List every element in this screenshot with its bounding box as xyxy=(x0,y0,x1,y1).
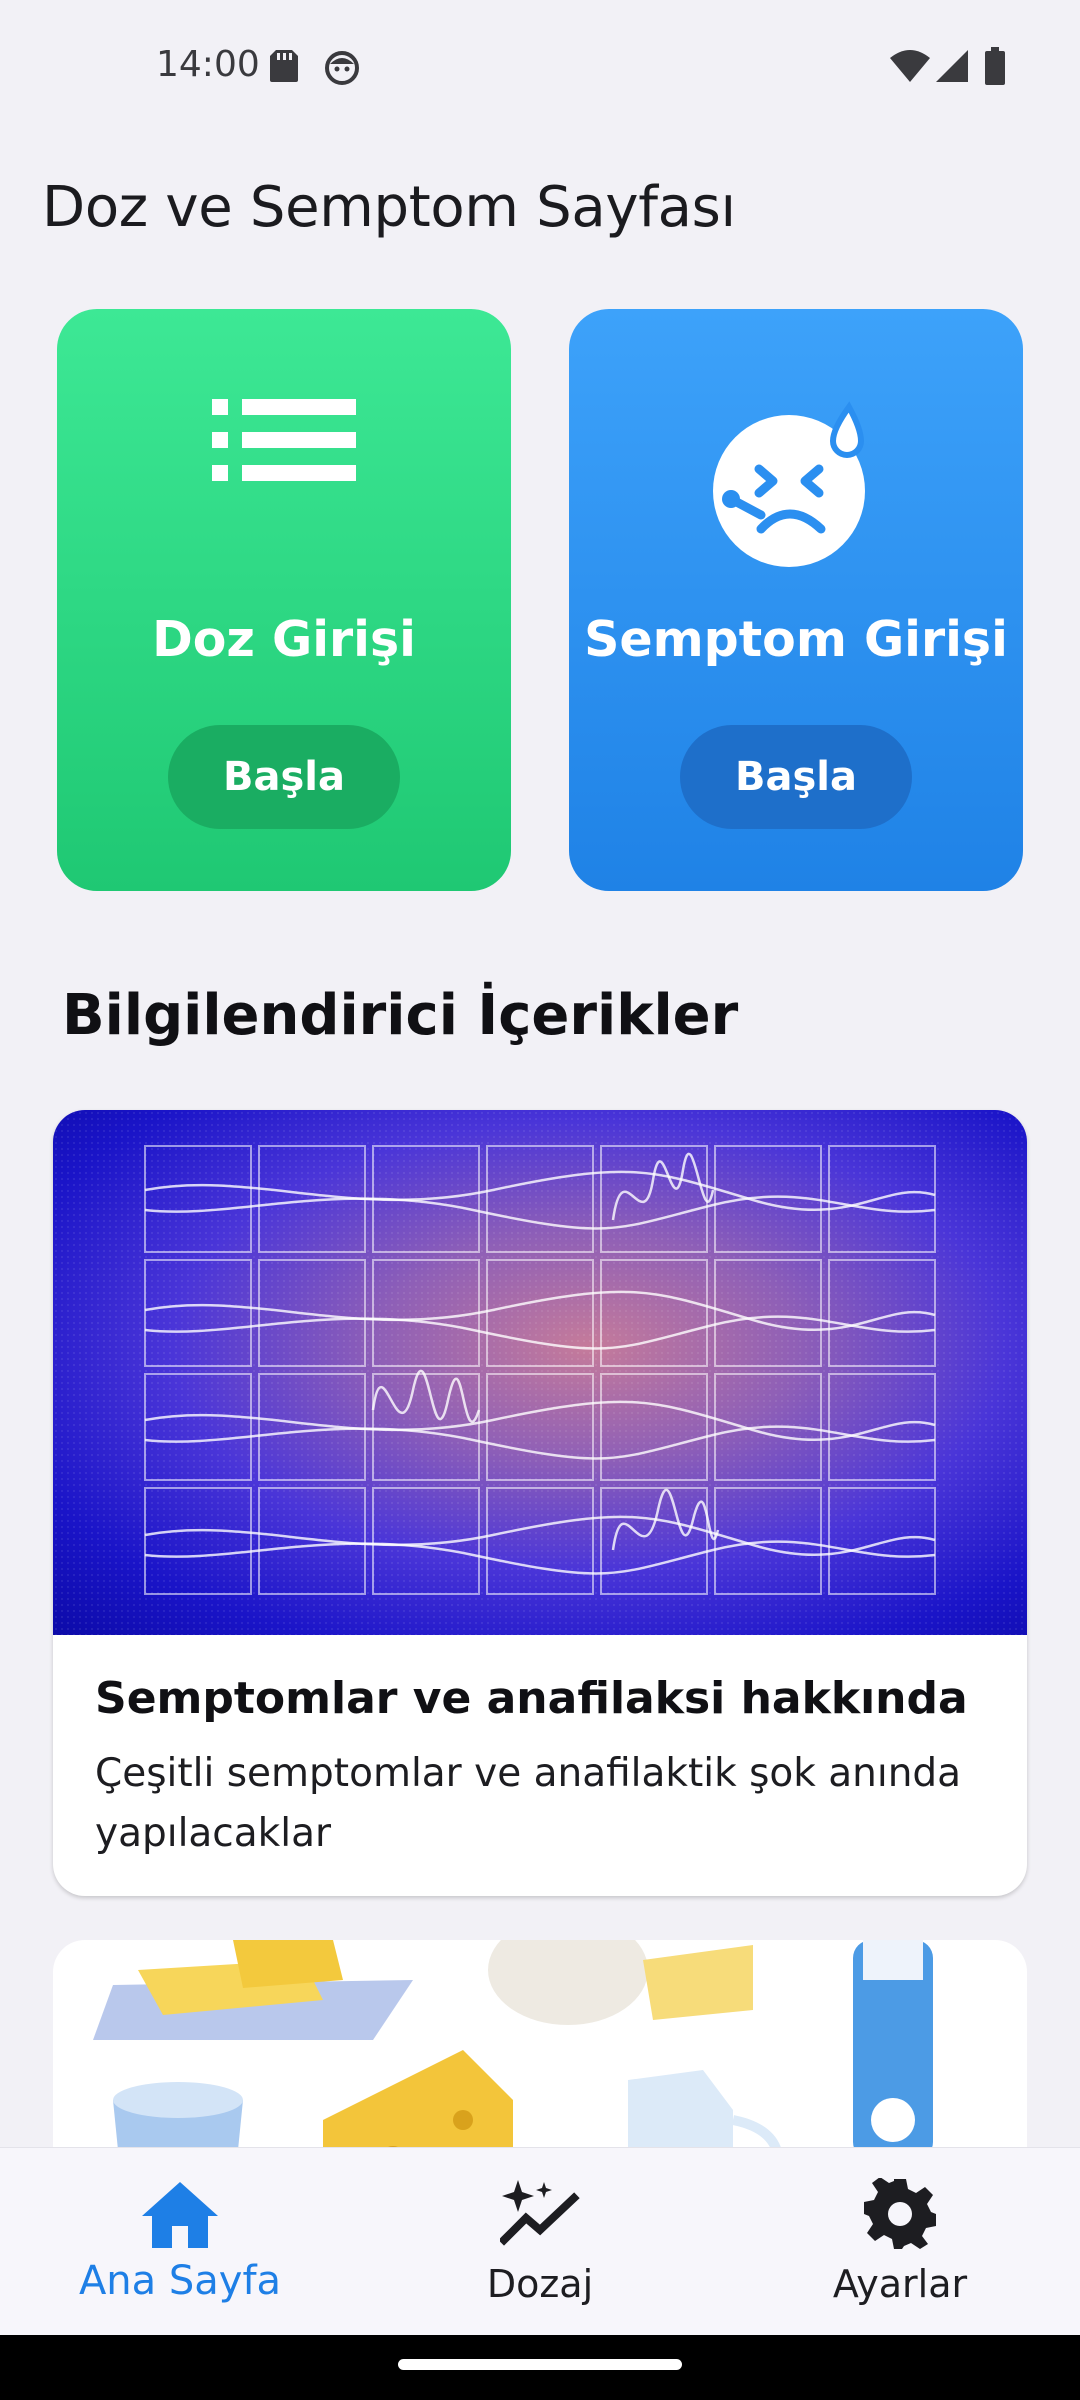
home-icon xyxy=(142,2182,218,2253)
symptom-start-button[interactable]: Başla xyxy=(680,725,912,829)
nav-label-settings: Ayarlar xyxy=(832,2262,968,2306)
sd-card-icon xyxy=(270,50,298,87)
bottom-nav: Ana Sayfa Dozaj Ayarlar xyxy=(0,2147,1080,2335)
sick-face-icon xyxy=(711,399,881,574)
info-card-anaphylaxis[interactable]: Semptomlar ve anafilaksi hakkında Çeşitl… xyxy=(53,1110,1027,1896)
nav-label-home: Ana Sayfa xyxy=(78,2258,282,2304)
nav-item-dosage[interactable]: Dozaj xyxy=(360,2148,720,2336)
settings-gear-icon xyxy=(864,2177,936,2255)
nav-item-home[interactable]: Ana Sayfa xyxy=(0,2148,360,2336)
dose-entry-card[interactable]: Doz Girişi Başla xyxy=(57,309,511,891)
status-bar: 14:00 xyxy=(0,0,1080,135)
symptom-entry-card[interactable]: Semptom Girişi Başla xyxy=(569,309,1023,891)
dose-entry-title: Doz Girişi xyxy=(152,611,416,668)
wifi-icon xyxy=(890,50,930,87)
home-gesture-handle[interactable] xyxy=(398,2359,682,2370)
nav-item-settings[interactable]: Ayarlar xyxy=(720,2148,1080,2336)
page-title: Doz ve Semptom Sayfası xyxy=(42,175,736,240)
section-title: Bilgilendirici İçerikler xyxy=(62,983,739,1048)
info-card-description: Çeşitli semptomlar ve anafilaktik şok an… xyxy=(95,1751,962,1856)
dose-start-button[interactable]: Başla xyxy=(168,725,400,829)
symptom-entry-title: Semptom Girişi xyxy=(584,611,1008,668)
info-card-title: Semptomlar ve anafilaksi hakkında xyxy=(95,1673,968,1724)
system-nav-bar xyxy=(0,2335,1080,2400)
face-icon xyxy=(324,50,360,91)
sparkle-chart-icon xyxy=(498,2178,580,2253)
signal-icon xyxy=(936,50,968,87)
nav-label-dosage: Dozaj xyxy=(486,2262,594,2306)
list-icon xyxy=(212,399,356,486)
battery-icon xyxy=(985,47,1005,90)
status-time: 14:00 xyxy=(156,44,260,85)
nerve-signals-illustration xyxy=(53,1110,1027,1635)
